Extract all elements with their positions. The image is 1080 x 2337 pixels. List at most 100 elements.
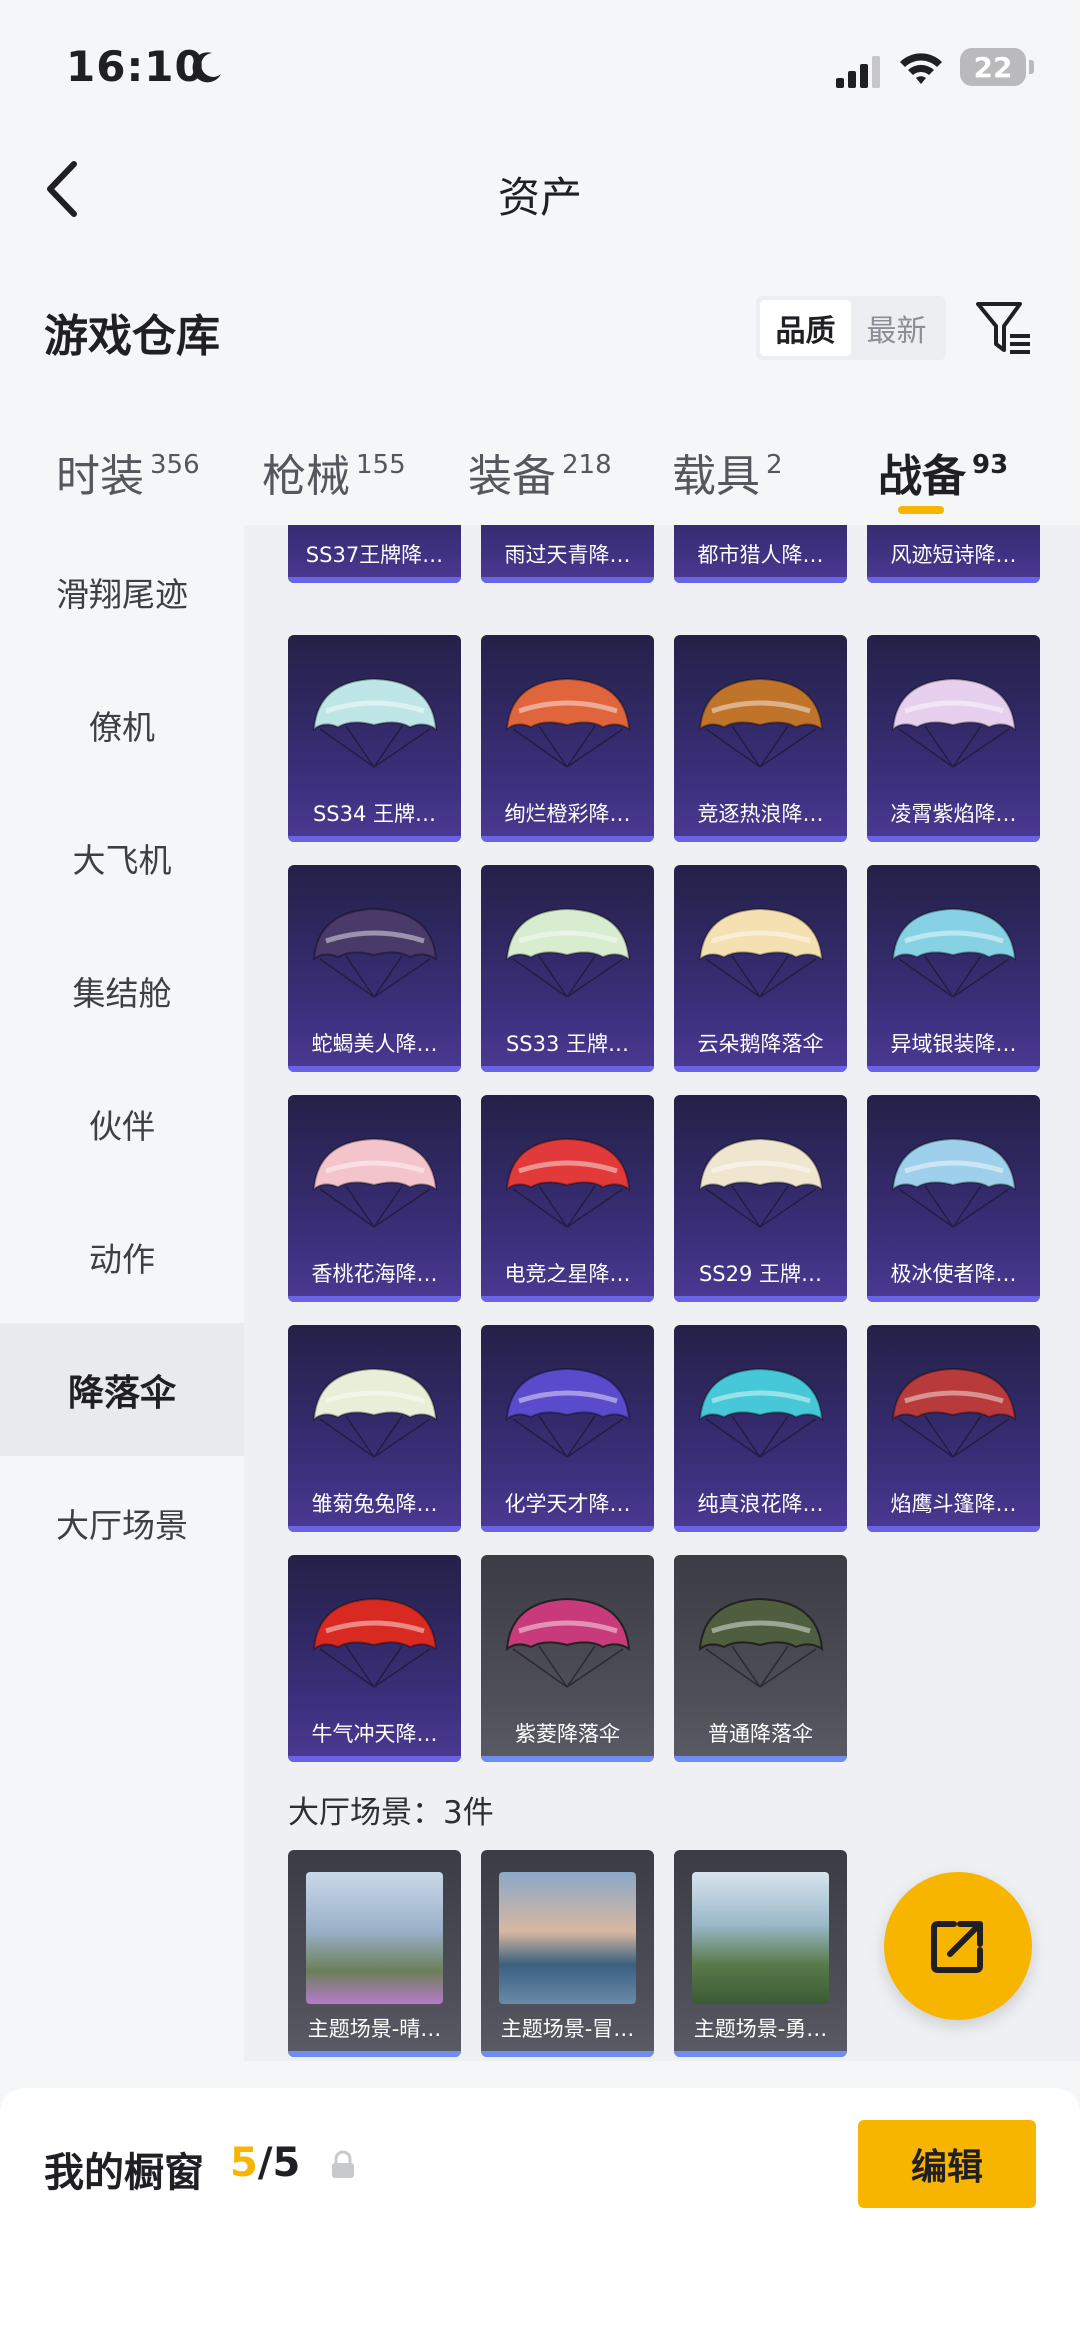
- filter-icon[interactable]: [974, 298, 1034, 358]
- parachute-card[interactable]: 化学天才降…: [481, 1325, 654, 1532]
- card-accent-bar: [288, 836, 461, 842]
- card-accent-bar: [674, 1756, 847, 1762]
- parachute-card[interactable]: 香桃花海降…: [288, 1095, 461, 1302]
- parachute-card[interactable]: 云朵鹅降落伞: [674, 865, 847, 1072]
- parachute-icon: [698, 907, 824, 998]
- lock-icon: [332, 2150, 354, 2178]
- parachute-card[interactable]: 都市猎人降…: [674, 525, 847, 583]
- card-accent-bar: [674, 1526, 847, 1532]
- scene-name: 主题场景-晴…: [307, 2017, 442, 2041]
- card-accent-bar: [674, 836, 847, 842]
- parachute-name: SS29 王牌…: [698, 1262, 823, 1286]
- tab-battle-gear[interactable]: 战备 93: [878, 440, 1008, 504]
- card-accent-bar: [288, 1296, 461, 1302]
- scene-thumbnail: [306, 1872, 443, 2004]
- lobby-scene-card[interactable]: 主题场景-晴…: [288, 1850, 461, 2057]
- parachute-card[interactable]: 普通降落伞: [674, 1555, 847, 1762]
- parachute-card[interactable]: 绚烂橙彩降…: [481, 635, 654, 842]
- parachute-card[interactable]: 雨过天青降…: [481, 525, 654, 583]
- card-accent-bar: [481, 1066, 654, 1072]
- signal-icon: [836, 56, 880, 88]
- parachute-card[interactable]: SS33 王牌…: [481, 865, 654, 1072]
- parachute-name: 牛气冲天降…: [311, 1722, 438, 1746]
- active-tab-indicator: [898, 506, 944, 514]
- card-accent-bar: [481, 1526, 654, 1532]
- parachute-card[interactable]: 凌霄紫焰降…: [867, 635, 1040, 842]
- moon-icon: [192, 52, 221, 83]
- sidebar-item-glide-trail[interactable]: 滑翔尾迹: [0, 525, 244, 658]
- parachute-icon: [891, 907, 1017, 998]
- showcase-bar: 我的橱窗 5/5 编辑: [0, 2088, 1080, 2337]
- sidebar-item-wingman[interactable]: 僚机: [0, 658, 244, 791]
- parachute-icon: [505, 677, 631, 768]
- parachute-card[interactable]: 异域银装降…: [867, 865, 1040, 1072]
- parachute-icon: [312, 907, 438, 998]
- edit-button[interactable]: 编辑: [858, 2120, 1036, 2208]
- sidebar-item-partner[interactable]: 伙伴: [0, 1057, 244, 1190]
- parachute-card[interactable]: SS37王牌降…: [288, 525, 461, 583]
- parachute-card[interactable]: 牛气冲天降…: [288, 1555, 461, 1762]
- parachute-name: 竞逐热浪降…: [697, 802, 824, 826]
- parachute-icon: [698, 1597, 824, 1688]
- lobby-scene-card[interactable]: 主题场景-冒…: [481, 1850, 654, 2057]
- parachute-name: 雏菊兔兔降…: [311, 1492, 438, 1516]
- parachute-name: 风迹短诗降…: [890, 543, 1017, 567]
- parachute-card[interactable]: 紫菱降落伞: [481, 1555, 654, 1762]
- parachute-card[interactable]: 纯真浪花降…: [674, 1325, 847, 1532]
- sort-quality-button[interactable]: 品质: [760, 300, 851, 356]
- parachute-icon: [312, 1597, 438, 1688]
- parachute-card[interactable]: 焰鹰斗篷降…: [867, 1325, 1040, 1532]
- parachute-icon: [312, 1137, 438, 1228]
- item-grid: 大厅场景：3件 SS37王牌降… 雨过天青降… 都市猎人降… 风迹短诗降… SS34 王…: [244, 525, 1080, 2061]
- parachute-name: 云朵鹅降落伞: [697, 1032, 824, 1056]
- parachute-icon: [505, 1597, 631, 1688]
- parachute-card[interactable]: 竞逐热浪降…: [674, 635, 847, 842]
- lobby-scene-card[interactable]: 主题场景-勇…: [674, 1850, 847, 2057]
- sidebar-item-assembly-pod[interactable]: 集结舱: [0, 924, 244, 1057]
- parachute-card[interactable]: 电竞之星降…: [481, 1095, 654, 1302]
- sort-toggle: 品质 最新: [756, 296, 946, 360]
- parachute-icon: [312, 677, 438, 768]
- card-accent-bar: [867, 1296, 1040, 1302]
- parachute-name: 化学天才降…: [504, 1492, 631, 1516]
- parachute-icon: [505, 907, 631, 998]
- wifi-icon: [900, 53, 942, 84]
- parachute-name: 电竞之星降…: [504, 1262, 631, 1286]
- parachute-card[interactable]: SS34 王牌…: [288, 635, 461, 842]
- parachute-icon: [698, 677, 824, 768]
- status-bar: 16:10 22: [0, 0, 1080, 130]
- tab-outfits[interactable]: 时装 356: [56, 440, 200, 504]
- sort-latest-button[interactable]: 最新: [851, 300, 942, 356]
- tab-guns[interactable]: 枪械 155: [262, 440, 406, 504]
- parachute-icon: [505, 1137, 631, 1228]
- parachute-icon: [698, 1367, 824, 1458]
- card-accent-bar: [288, 1756, 461, 1762]
- card-accent-bar: [288, 1526, 461, 1532]
- parachute-card[interactable]: SS29 王牌…: [674, 1095, 847, 1302]
- parachute-name: 普通降落伞: [708, 1722, 813, 1746]
- card-accent-bar: [867, 1526, 1040, 1532]
- sidebar-item-action[interactable]: 动作: [0, 1190, 244, 1323]
- parachute-name: 香桃花海降…: [311, 1262, 438, 1286]
- parachute-icon: [312, 1367, 438, 1458]
- tab-vehicles[interactable]: 载具 2: [672, 440, 783, 504]
- lobby-section-title: 大厅场景：3件: [288, 1795, 494, 1831]
- card-accent-bar: [674, 2051, 847, 2057]
- parachute-card[interactable]: 风迹短诗降…: [867, 525, 1040, 583]
- share-button[interactable]: [884, 1872, 1032, 2020]
- sidebar-item-big-plane[interactable]: 大飞机: [0, 791, 244, 924]
- showcase-title: 我的橱窗: [44, 2150, 204, 2196]
- parachute-card[interactable]: 雏菊兔兔降…: [288, 1325, 461, 1532]
- card-accent-bar: [288, 1066, 461, 1072]
- parachute-name: 凌霄紫焰降…: [890, 802, 1017, 826]
- page-title: 资产: [497, 173, 582, 222]
- parachute-name: 极冰使者降…: [890, 1262, 1017, 1286]
- parachute-icon: [891, 1137, 1017, 1228]
- parachute-name: SS33 王牌…: [505, 1032, 630, 1056]
- sidebar-item-lobby-scene[interactable]: 大厅场景: [0, 1456, 244, 1589]
- sidebar-item-parachute[interactable]: 降落伞: [0, 1323, 244, 1456]
- tab-equipment[interactable]: 装备 218: [468, 440, 612, 504]
- parachute-card[interactable]: 蛇蝎美人降…: [288, 865, 461, 1072]
- parachute-card[interactable]: 极冰使者降…: [867, 1095, 1040, 1302]
- scene-name: 主题场景-勇…: [693, 2017, 828, 2041]
